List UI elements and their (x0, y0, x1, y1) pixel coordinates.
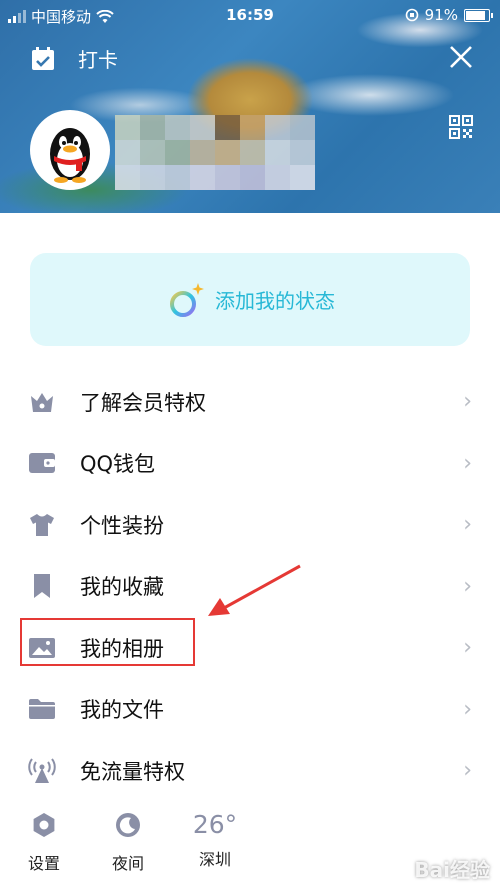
gear-icon (33, 813, 55, 837)
weather-widget[interactable]: 26° 深圳 (188, 810, 242, 870)
temperature-value: 26° (192, 810, 238, 839)
menu-label: 免流量特权 (80, 759, 185, 784)
city-label: 深圳 (198, 850, 231, 869)
chevron-right-icon: › (463, 389, 472, 415)
chevron-right-icon: › (463, 450, 472, 476)
night-label: 夜间 (111, 854, 144, 873)
bookmark-icon (28, 572, 56, 600)
moon-icon (116, 813, 140, 837)
avatar[interactable] (30, 110, 110, 190)
wallet-icon (28, 449, 56, 477)
blurred-nickname (115, 115, 315, 190)
status-ring-icon (170, 282, 204, 317)
chevron-right-icon: › (463, 758, 472, 784)
checkin-button[interactable]: 打卡 (30, 44, 118, 73)
vip-crown-icon (28, 388, 56, 416)
menu-item-free-data[interactable]: 免流量特权 › (0, 740, 500, 802)
chevron-right-icon: › (463, 573, 472, 599)
bottom-bar: 设置 夜间 26° 深圳 Bai经验 (0, 810, 500, 893)
qr-code-icon[interactable] (449, 115, 473, 139)
add-status-label: 添加我的状态 (215, 289, 335, 313)
watermark-logo: Bai经验 (414, 858, 490, 882)
add-status-button[interactable]: 添加我的状态 (30, 253, 470, 346)
menu-item-theme[interactable]: 个性装扮 › (0, 494, 500, 556)
menu-item-wallet[interactable]: QQ钱包 › (0, 433, 500, 495)
battery-percent: 91% (424, 6, 458, 24)
orientation-lock-icon (405, 8, 418, 22)
menu-item-vip[interactable]: 了解会员特权 › (0, 371, 500, 433)
menu-label: 了解会员特权 (80, 390, 206, 415)
signal-tower-icon (28, 757, 56, 785)
menu-label: 我的收藏 (80, 575, 164, 600)
menu-label: 个性装扮 (80, 513, 164, 538)
settings-label: 设置 (27, 854, 60, 873)
menu-label: 我的文件 (80, 698, 164, 723)
menu-label: QQ钱包 (80, 452, 156, 477)
chevron-right-icon: › (463, 635, 472, 661)
menu-item-files[interactable]: 我的文件 › (0, 679, 500, 741)
folder-icon (28, 695, 56, 723)
chevron-right-icon: › (463, 512, 472, 538)
battery-icon (464, 8, 493, 22)
status-bar: 中国移动 16:59 91% (0, 0, 500, 30)
red-pointer-arrow (208, 564, 301, 616)
night-mode-button[interactable]: 夜间 (108, 812, 148, 874)
qq-penguin-icon (50, 128, 90, 183)
chevron-right-icon: › (463, 696, 472, 722)
calendar-check-icon (32, 46, 54, 70)
settings-button[interactable]: 设置 (24, 812, 64, 874)
checkin-label: 打卡 (78, 48, 118, 72)
album-highlight-box (20, 618, 195, 666)
close-icon[interactable] (448, 44, 474, 70)
profile-header: 中国移动 16:59 91% 打卡 (0, 0, 500, 213)
tshirt-icon (28, 511, 56, 539)
